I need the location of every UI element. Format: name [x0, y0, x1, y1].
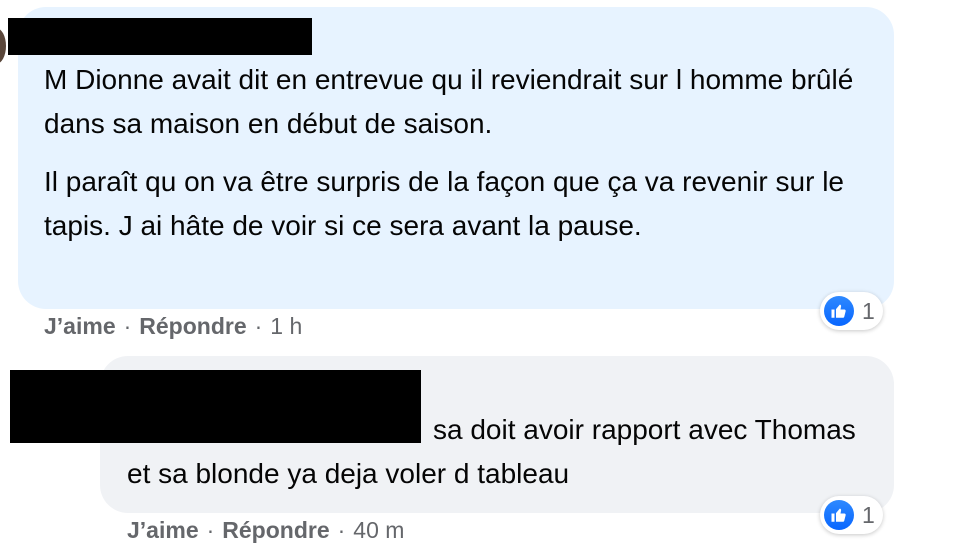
- separator: ·: [123, 313, 132, 339]
- comment-timestamp[interactable]: 40 m: [353, 517, 404, 543]
- reaction-count: 1: [862, 297, 875, 324]
- reaction-summary[interactable]: 1: [820, 292, 883, 330]
- reaction-summary[interactable]: 1: [820, 496, 883, 534]
- comment-timestamp[interactable]: 1 h: [270, 313, 302, 339]
- comment-text: M Dionne avait dit en entrevue qu il rev…: [44, 64, 854, 139]
- comment-actions: J’aime · Répondre · 1 h: [44, 313, 302, 340]
- comment-text: Il paraît qu on va être surpris de la fa…: [44, 166, 844, 241]
- reply-button[interactable]: Répondre: [139, 313, 246, 339]
- redacted-author-name: [8, 18, 312, 55]
- like-button[interactable]: J’aime: [44, 313, 116, 339]
- avatar[interactable]: [0, 28, 6, 64]
- separator: ·: [254, 313, 263, 339]
- reply-button[interactable]: Répondre: [222, 517, 329, 543]
- separator: ·: [337, 517, 346, 543]
- like-button[interactable]: J’aime: [127, 517, 199, 543]
- comment-text: sa doit avoir rapport avec Thomas et sa …: [127, 414, 856, 489]
- separator: ·: [206, 517, 215, 543]
- comment-actions: J’aime · Répondre · 40 m: [127, 517, 404, 544]
- like-icon: [824, 296, 854, 326]
- reaction-count: 1: [862, 501, 875, 528]
- like-icon: [824, 500, 854, 530]
